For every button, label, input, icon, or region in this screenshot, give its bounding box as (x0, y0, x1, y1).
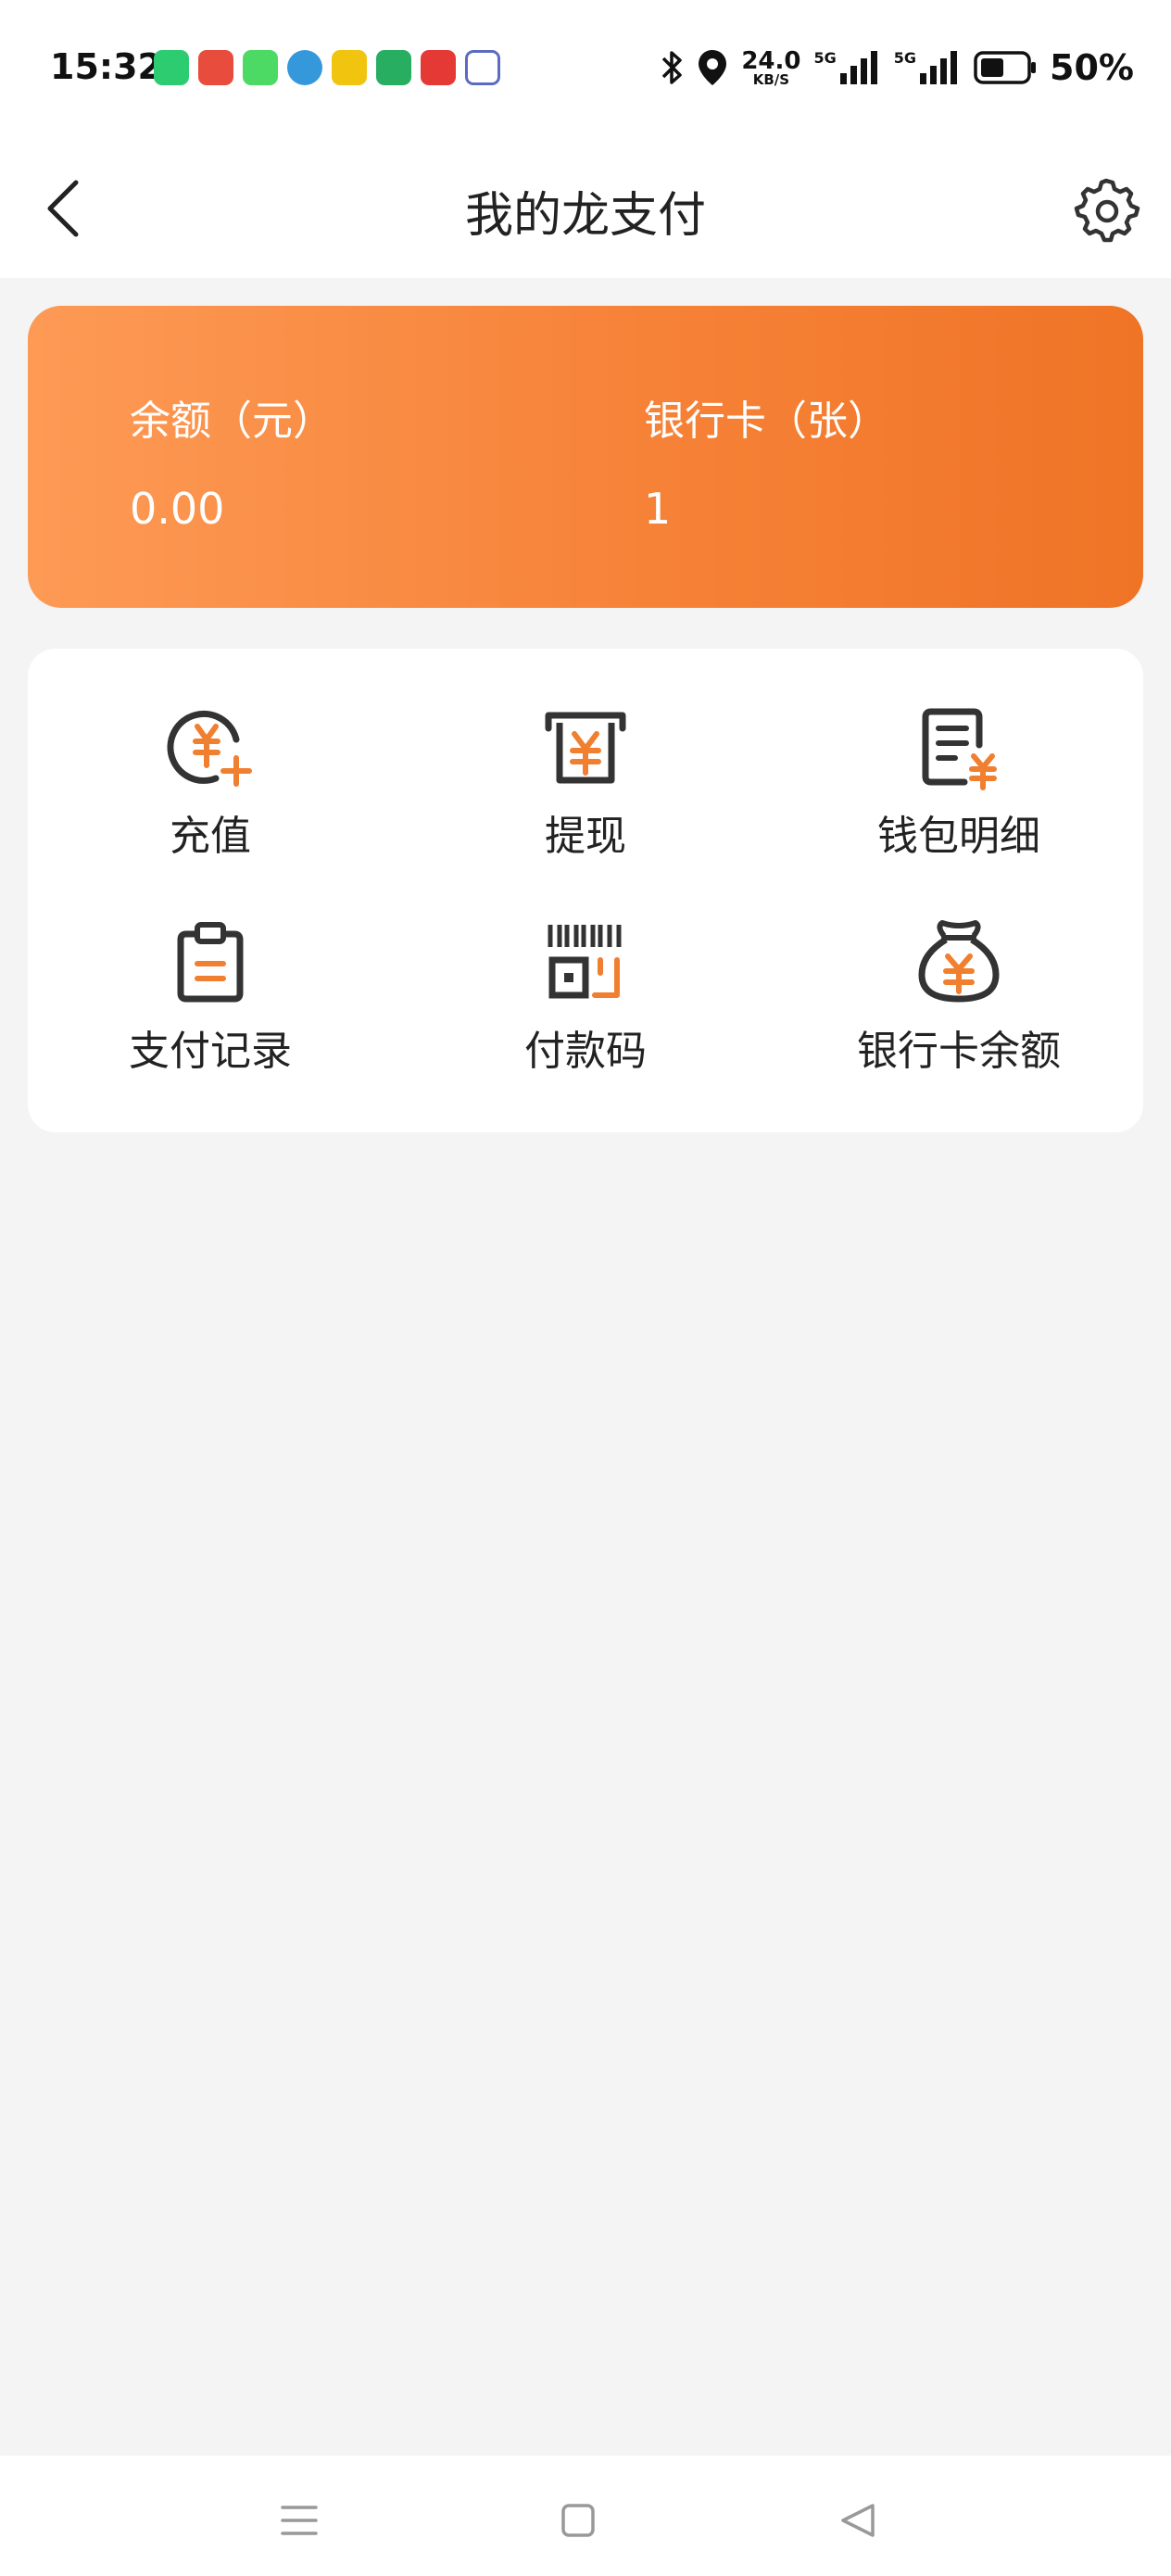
balance-value: 0.00 (130, 484, 225, 534)
system-nav-bar (0, 2456, 1171, 2576)
notification-app-icon (332, 50, 367, 85)
recharge-icon (167, 710, 252, 787)
notification-app-icon (376, 50, 411, 85)
network-speed-unit: KB/S (752, 70, 790, 88)
battery-icon (974, 51, 1037, 84)
wallet-detail-button[interactable]: 钱包明细 (806, 649, 1112, 862)
bank-cards-value: 1 (644, 484, 672, 534)
wallet-detail-icon (922, 708, 997, 790)
payment-code-label: 付款码 (524, 1028, 647, 1075)
page-title: 我的龙支付 (464, 188, 706, 244)
payment-record-icon (177, 922, 244, 1003)
notification-icons (154, 50, 500, 85)
payment-code-icon (548, 925, 622, 999)
payment-record-label: 支付记录 (129, 1028, 292, 1075)
wallet-detail-label: 钱包明细 (877, 813, 1040, 860)
signal-2: 5G (894, 49, 961, 86)
signal-icon (839, 51, 877, 84)
notification-app-icon (154, 50, 189, 85)
status-bar: 15:32 24.0 KB/S 5G 5G 50% (0, 0, 1171, 139)
signal-icon (920, 51, 958, 84)
recharge-button[interactable]: 充值 (57, 649, 363, 862)
withdraw-button[interactable]: 提现 (433, 649, 738, 862)
signal-1-label: 5G (813, 49, 837, 67)
location-icon (699, 50, 727, 85)
signal-2-label: 5G (893, 49, 917, 67)
home-button[interactable] (550, 2493, 606, 2548)
bank-cards-section[interactable]: 银行卡（张） 1 (644, 387, 888, 534)
notification-app-icon (198, 50, 233, 85)
network-speed-value: 24.0 (741, 46, 801, 75)
triangle-back-icon (841, 2504, 875, 2537)
payment-code-button[interactable]: 付款码 (433, 864, 738, 1077)
menu-icon (281, 2506, 318, 2535)
system-back-button[interactable] (830, 2493, 886, 2548)
balance-label: 余额（元） (130, 398, 334, 445)
bluetooth-icon (662, 51, 683, 84)
menu-button[interactable] (271, 2493, 327, 2548)
notification-app-icon (243, 50, 278, 85)
recharge-label: 充值 (170, 813, 251, 860)
signal-1: 5G (814, 49, 881, 86)
balance-card: 余额（元） 0.00 银行卡（张） 1 (28, 306, 1143, 608)
notification-app-icon (287, 50, 322, 85)
withdraw-label: 提现 (545, 813, 626, 860)
settings-button[interactable] (1069, 171, 1143, 246)
nav-header: 我的龙支付 (0, 139, 1171, 278)
balance-section[interactable]: 余额（元） 0.00 (130, 387, 334, 534)
network-speed: 24.0 KB/S (741, 49, 800, 87)
status-indicators: 24.0 KB/S 5G 5G 50% (660, 44, 1134, 91)
notification-app-icon (421, 50, 456, 85)
bank-card-balance-button[interactable]: 银行卡余额 (806, 864, 1112, 1077)
home-icon (561, 2504, 595, 2537)
status-time: 15:32 (50, 46, 162, 87)
battery-percent: 50% (1050, 47, 1134, 88)
bank-card-balance-icon (918, 920, 1000, 1003)
payment-record-button[interactable]: 支付记录 (57, 864, 363, 1077)
notification-app-icon (465, 50, 500, 85)
bank-cards-label: 银行卡（张） (644, 398, 888, 445)
gear-icon (1074, 178, 1140, 243)
function-grid: 充值 提现 钱包明细 支付记录 付款码 银行卡余额 (28, 649, 1143, 1132)
bank-card-balance-label: 银行卡余额 (857, 1028, 1061, 1075)
withdraw-icon (545, 712, 626, 784)
